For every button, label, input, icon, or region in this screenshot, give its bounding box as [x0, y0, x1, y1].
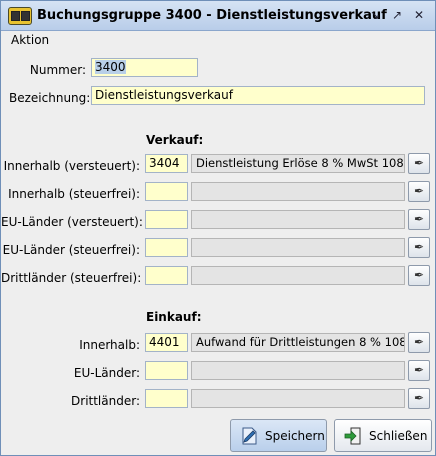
nummer-label: Nummer: — [29, 63, 86, 77]
save-icon — [242, 427, 257, 445]
menu-aktion[interactable]: Aktion — [11, 33, 49, 47]
bezeichnung-field[interactable]: Dienstleistungsverkauf — [91, 86, 425, 105]
einkauf-code-1[interactable] — [145, 361, 188, 380]
bezeichnung-label: Bezeichnung: — [9, 91, 91, 105]
pipette-icon[interactable]: ✒ — [408, 360, 430, 381]
menu-bar: Aktion — [1, 31, 435, 49]
pipette-icon[interactable]: ✒ — [408, 153, 430, 174]
pipette-icon[interactable]: ✒ — [408, 332, 430, 353]
title-bar[interactable]: Buchungsgruppe 3400 - Dienstleistungsver… — [1, 1, 435, 31]
close-window-icon[interactable]: ✕ — [411, 7, 427, 23]
verkauf-desc-4 — [191, 266, 405, 285]
minimize-icon[interactable]: ↘ — [367, 7, 383, 23]
save-button[interactable]: Speichern — [230, 419, 327, 452]
verkauf-desc-1 — [191, 182, 405, 201]
dialog-window: Buchungsgruppe 3400 - Dienstleistungsver… — [0, 0, 436, 456]
verkauf-code-1[interactable] — [145, 182, 188, 201]
pipette-icon[interactable]: ✒ — [408, 237, 430, 258]
verkauf-code-4[interactable] — [145, 266, 188, 285]
einkauf-desc-2 — [191, 389, 405, 408]
window-title: Buchungsgruppe 3400 - Dienstleistungsver… — [37, 8, 387, 23]
maximize-icon[interactable]: ↗ — [389, 7, 405, 23]
verkauf-label-2: EU-Länder (versteuert): — [1, 215, 143, 229]
nummer-value: 3400 — [95, 60, 126, 74]
einkauf-heading: Einkauf: — [146, 310, 202, 324]
close-button[interactable]: Schließen — [334, 419, 432, 452]
close-label: Schließen — [369, 429, 428, 443]
verkauf-desc-3 — [191, 238, 405, 257]
pipette-icon[interactable]: ✒ — [408, 265, 430, 286]
einkauf-desc-1 — [191, 361, 405, 380]
verkauf-code-0[interactable]: 3404 — [145, 154, 188, 173]
verkauf-label-0: Innerhalb (versteuert): — [3, 159, 140, 173]
einkauf-label-0: Innerhalb: — [79, 338, 140, 352]
verkauf-label-4: Drittländer (steuerfrei): — [1, 271, 142, 285]
verkauf-heading: Verkauf: — [146, 133, 204, 147]
einkauf-code-2[interactable] — [145, 389, 188, 408]
exit-icon — [344, 427, 361, 445]
einkauf-desc-0: Aufwand für Drittleistungen 8 % 1086 — [191, 333, 405, 352]
pipette-icon[interactable]: ✒ — [408, 209, 430, 230]
verkauf-desc-0: Dienstleistung Erlöse 8 % MwSt 1083 — [191, 154, 405, 173]
einkauf-label-1: EU-Länder: — [73, 366, 140, 380]
save-label: Speichern — [265, 429, 325, 443]
verkauf-label-1: Innerhalb (steuerfrei): — [8, 187, 140, 201]
pipette-icon[interactable]: ✒ — [408, 388, 430, 409]
nummer-field[interactable]: 3400 — [91, 58, 198, 77]
pipette-icon[interactable]: ✒ — [408, 181, 430, 202]
app-icon — [8, 7, 32, 25]
verkauf-label-3: EU-Länder (steuerfrei): — [2, 243, 140, 257]
verkauf-code-3[interactable] — [145, 238, 188, 257]
verkauf-code-2[interactable] — [145, 210, 188, 229]
einkauf-label-2: Drittländer: — [71, 394, 140, 408]
einkauf-code-0[interactable]: 4401 — [145, 333, 188, 352]
verkauf-desc-2 — [191, 210, 405, 229]
